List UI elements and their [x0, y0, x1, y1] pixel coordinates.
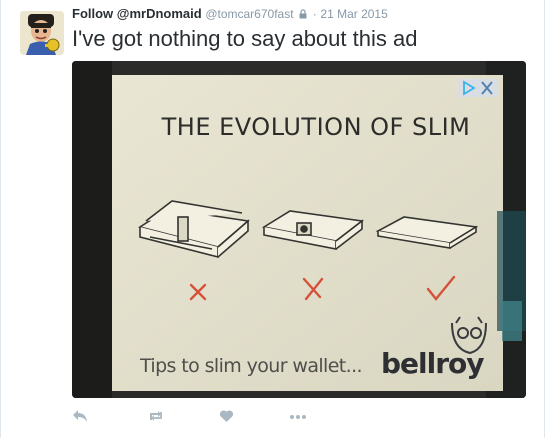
- separator: ·: [312, 7, 317, 21]
- tweet-header: Follow @mrDnomaid @tomcar670fast · 21 Ma…: [72, 5, 388, 23]
- follow-link[interactable]: Follow @mrDnomaid: [72, 6, 202, 21]
- avatar[interactable]: [20, 11, 64, 55]
- tweet-actions: [72, 409, 332, 427]
- tweet-text: I've got nothing to say about this ad: [72, 26, 418, 51]
- like-icon[interactable]: [219, 409, 239, 427]
- lock-icon: [299, 9, 307, 19]
- tweet-media[interactable]: THE EVOLUTION OF SLIM Tips to slim your …: [72, 61, 526, 398]
- tweet-date[interactable]: 21 Mar 2015: [320, 7, 387, 21]
- tweet-card: Follow @mrDnomaid @tomcar670fast · 21 Ma…: [0, 0, 545, 438]
- ad-brand-logo: bellroy: [381, 347, 485, 380]
- reply-icon[interactable]: [72, 409, 92, 427]
- user-handle[interactable]: @tomcar670fast: [205, 7, 293, 21]
- ad-title: THE EVOLUTION OF SLIM: [161, 113, 471, 141]
- retweet-icon[interactable]: [147, 409, 167, 427]
- ad-tagline: Tips to slim your wallet...: [140, 355, 363, 377]
- more-icon[interactable]: [289, 409, 309, 427]
- avatar-image: [20, 11, 64, 55]
